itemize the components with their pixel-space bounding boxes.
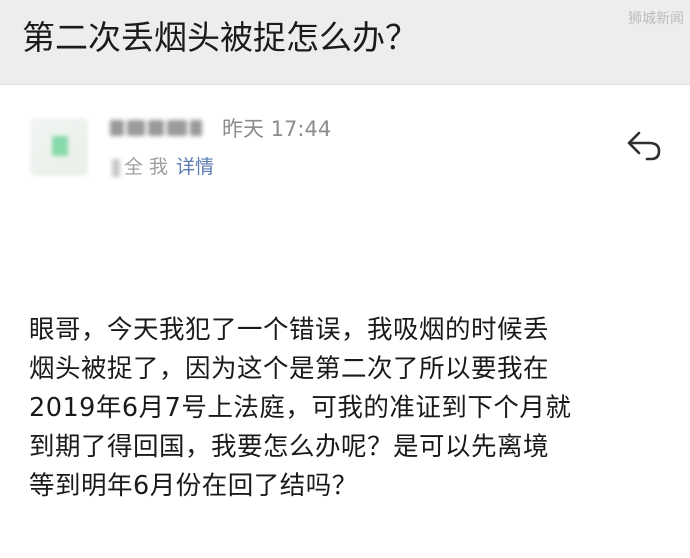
page-title: 第二次丢烟头被捉怎么办？ xyxy=(22,18,418,57)
avatar[interactable] xyxy=(30,118,88,176)
message-line: 等到明年6月份在回了结吗？ xyxy=(29,471,358,501)
message-line: 烟头被捉了，因为这个是第二次了所以要我在 xyxy=(29,354,550,384)
timestamp: 昨天 17:44 xyxy=(222,117,332,141)
details-link[interactable]: 详情 xyxy=(176,156,214,178)
recipient-row: 全 我详情 xyxy=(112,154,214,180)
message-body: 眼哥，今天我犯了一个错误，我吸烟的时候丢 烟头被捉了，因为这个是第二次了所以要我… xyxy=(29,311,674,506)
message-line: 到期了得回国，我要怎么办呢？是可以先离境 xyxy=(29,432,550,462)
sender-name-redacted xyxy=(110,120,210,136)
reply-button[interactable] xyxy=(624,128,666,164)
reply-icon xyxy=(627,131,661,161)
watermark-text: 狮城新闻 xyxy=(628,11,684,27)
recipient-redacted xyxy=(112,158,120,177)
message-line: 2019年6月7号上法庭，可我的准证到下个月就 xyxy=(29,393,572,423)
title-bar: 第二次丢烟头被捉怎么办？ 狮城新闻 xyxy=(0,0,690,85)
recipient-label: 全 我 xyxy=(124,156,169,178)
message-line: 眼哥，今天我犯了一个错误，我吸烟的时候丢 xyxy=(29,315,550,345)
